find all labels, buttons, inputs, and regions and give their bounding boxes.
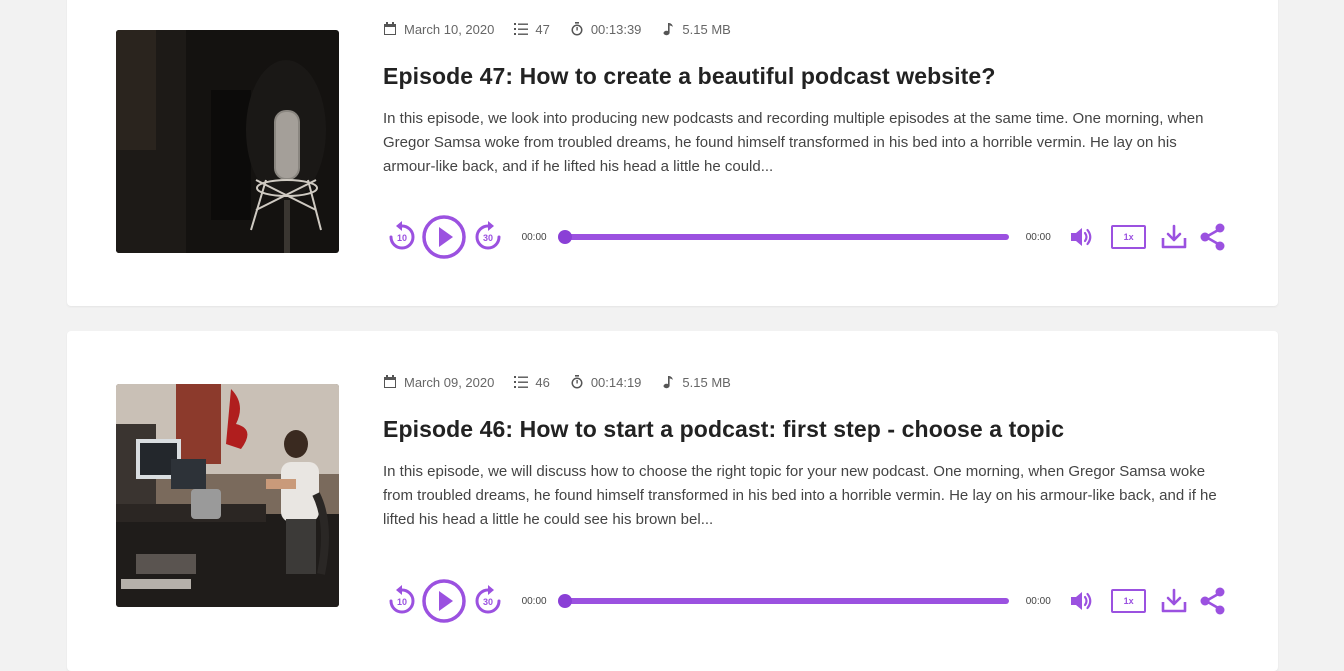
total-time: 00:00 — [1025, 231, 1051, 243]
forward-30-button[interactable]: 30 — [471, 220, 505, 254]
volume-icon — [1071, 592, 1092, 610]
current-time: 00:00 — [521, 231, 547, 243]
download-icon — [1161, 588, 1187, 613]
episode-date: March 09, 2020 — [404, 374, 495, 390]
list-numbered-icon — [514, 376, 529, 388]
progress-bar[interactable] — [558, 230, 1010, 244]
calendar-icon — [384, 375, 396, 388]
share-button[interactable] — [1198, 586, 1228, 616]
forward-label: 30 — [483, 597, 493, 607]
episode-card: March 09, 2020 46 00:14:19 5.15 MB Episo… — [67, 331, 1278, 671]
episode-number: 46 — [535, 374, 550, 390]
progress-bar[interactable] — [558, 594, 1010, 608]
progress-handle[interactable] — [558, 230, 573, 244]
meta-number: 47 — [514, 21, 550, 37]
episode-duration: 00:13:39 — [590, 21, 642, 37]
rewind-label: 10 — [397, 233, 407, 243]
episode-description: In this episode, we look into producing … — [383, 110, 1204, 175]
music-note-icon — [663, 23, 674, 36]
episode-meta: March 09, 2020 46 00:14:19 5.15 MB — [383, 371, 1228, 393]
episode-size: 5.15 MB — [682, 374, 731, 390]
fast-forward-icon: 30 — [475, 585, 501, 614]
forward-30-button[interactable]: 30 — [471, 584, 505, 618]
rewind-icon: 10 — [389, 585, 415, 614]
episode-content: March 10, 2020 47 00:13:39 5.15 MB Episo… — [383, 18, 1228, 259]
meta-duration: 00:14:19 — [570, 374, 642, 390]
episode-content: March 09, 2020 46 00:14:19 5.15 MB Episo… — [383, 371, 1228, 623]
volume-button[interactable] — [1067, 587, 1095, 615]
list-numbered-icon — [514, 23, 529, 35]
download-icon — [1161, 224, 1187, 249]
audio-player: 10 30 00:00 00:00 1x — [383, 213, 1228, 261]
audio-player: 10 30 00:00 00:00 1x — [383, 577, 1228, 625]
stopwatch-icon — [571, 22, 583, 36]
meta-size: 5.15 MB — [661, 374, 731, 390]
share-icon — [1200, 223, 1225, 251]
studio-image — [116, 384, 339, 607]
episode-thumbnail-microphone[interactable] — [116, 30, 339, 253]
episode-date: March 10, 2020 — [404, 21, 495, 37]
episode-size: 5.15 MB — [682, 21, 731, 37]
meta-size: 5.15 MB — [661, 21, 731, 37]
volume-button[interactable] — [1067, 223, 1095, 251]
volume-icon — [1071, 228, 1092, 246]
playback-speed-button[interactable]: 1x — [1111, 589, 1147, 613]
episode-meta: March 10, 2020 47 00:13:39 5.15 MB — [383, 18, 1228, 40]
download-button[interactable] — [1160, 587, 1188, 615]
current-time: 00:00 — [521, 595, 547, 607]
meta-date: March 09, 2020 — [383, 375, 494, 390]
episode-title[interactable]: Episode 46: How to start a podcast: firs… — [383, 416, 1228, 443]
rewind-label: 10 — [397, 597, 407, 607]
episode-number: 47 — [535, 21, 550, 37]
microphone-image — [116, 30, 339, 253]
episode-duration: 00:14:19 — [590, 374, 642, 390]
rewind-icon: 10 — [389, 221, 415, 250]
rewind-10-button[interactable]: 10 — [385, 584, 419, 618]
stopwatch-icon — [571, 375, 583, 389]
share-button[interactable] — [1198, 222, 1228, 252]
episode-thumbnail-studio[interactable] — [116, 384, 339, 607]
share-icon — [1200, 587, 1225, 615]
calendar-icon — [384, 22, 396, 35]
play-icon — [422, 579, 466, 623]
total-time: 00:00 — [1025, 595, 1051, 607]
play-icon — [422, 215, 466, 259]
episode-title[interactable]: Episode 47: How to create a beautiful po… — [383, 63, 1228, 90]
play-button[interactable] — [421, 578, 467, 624]
download-button[interactable] — [1160, 223, 1188, 251]
progress-handle[interactable] — [558, 594, 573, 608]
playback-speed-button[interactable]: 1x — [1111, 225, 1147, 249]
fast-forward-icon: 30 — [475, 221, 501, 250]
forward-label: 30 — [483, 233, 493, 243]
meta-number: 46 — [514, 374, 550, 390]
meta-duration: 00:13:39 — [570, 21, 642, 37]
music-note-icon — [663, 376, 674, 389]
episode-card: March 10, 2020 47 00:13:39 5.15 MB Episo… — [67, 0, 1278, 306]
episode-description: In this episode, we will discuss how to … — [383, 463, 1217, 528]
meta-date: March 10, 2020 — [383, 22, 494, 37]
play-button[interactable] — [421, 214, 467, 260]
rewind-10-button[interactable]: 10 — [385, 220, 419, 254]
